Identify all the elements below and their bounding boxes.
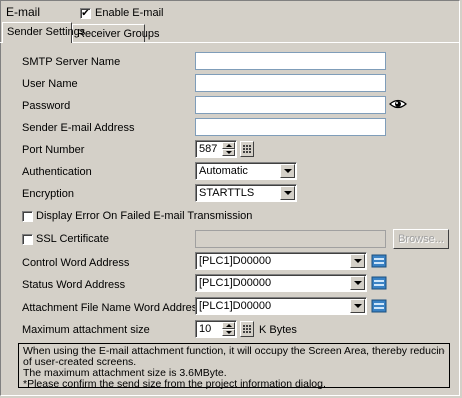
tab-receiver-groups-label: Receiver Groups — [77, 28, 160, 40]
port-value: 587 — [199, 143, 218, 155]
note-line: of user-created screens. — [23, 357, 137, 368]
sender-address-label: Sender E-mail Address — [22, 122, 135, 134]
status-word-address-input-icon[interactable] — [371, 275, 387, 291]
max-attachment-down-button[interactable] — [222, 329, 235, 336]
status-word-dropdown-icon[interactable] — [350, 276, 365, 290]
status-word-select[interactable]: [PLC1]D00000 — [195, 274, 367, 292]
attachment-info-note: When using the E-mail attachment functio… — [18, 343, 450, 390]
password-label: Password — [22, 100, 71, 112]
authentication-dropdown-icon[interactable] — [280, 164, 295, 178]
display-error-label: Display Error On Failed E-mail Transmiss… — [36, 210, 253, 222]
control-word-dropdown-icon[interactable] — [350, 254, 365, 268]
tab-sender-settings[interactable]: Sender Settings — [2, 22, 85, 43]
authentication-label: Authentication — [22, 166, 92, 178]
port-stepper[interactable]: 587 — [195, 140, 237, 158]
user-name-input[interactable] — [195, 74, 386, 92]
max-attachment-unit: K Bytes — [259, 324, 297, 336]
note-line: The maximum attachment size is 3.6MByte. — [23, 368, 227, 379]
control-word-address-input-icon[interactable] — [371, 253, 387, 269]
ssl-certificate-path-input — [195, 230, 386, 248]
note-line: *Please confirm the send size from the p… — [23, 379, 326, 390]
password-input[interactable] — [195, 96, 386, 114]
status-word-value: [PLC1]D00000 — [199, 277, 272, 289]
authentication-select[interactable]: Automatic — [195, 162, 297, 180]
attachment-name-word-select[interactable]: [PLC1]D00000 — [195, 297, 367, 315]
encryption-dropdown-icon[interactable] — [280, 186, 295, 200]
control-word-select[interactable]: [PLC1]D00000 — [195, 252, 367, 270]
display-error-checkbox[interactable] — [22, 211, 33, 222]
attachment-name-word-dropdown-icon[interactable] — [350, 299, 365, 313]
ssl-certificate-label: SSL Certificate — [36, 233, 109, 245]
smtp-server-input[interactable] — [195, 52, 386, 70]
port-down-button[interactable] — [222, 149, 235, 156]
sender-address-input[interactable] — [195, 118, 386, 136]
port-label: Port Number — [22, 144, 85, 156]
smtp-server-label: SMTP Server Name — [22, 56, 121, 68]
port-keypad-icon[interactable] — [240, 141, 254, 157]
status-word-label: Status Word Address — [22, 279, 126, 291]
max-attachment-value: 10 — [199, 323, 212, 335]
max-attachment-up-button[interactable] — [222, 322, 235, 329]
max-attachment-keypad-icon[interactable] — [240, 321, 254, 337]
control-word-value: [PLC1]D00000 — [199, 255, 272, 267]
enable-email-checkbox[interactable]: ✔ — [80, 8, 91, 19]
control-word-label: Control Word Address — [22, 257, 130, 269]
tab-sender-settings-label: Sender Settings — [7, 26, 86, 38]
attachment-name-word-label: Attachment File Name Word Address — [22, 302, 203, 314]
browse-button[interactable]: Browse... — [393, 229, 449, 249]
ssl-certificate-checkbox[interactable] — [22, 234, 33, 245]
user-name-label: User Name — [22, 78, 78, 90]
max-attachment-label: Maximum attachment size — [22, 324, 150, 336]
enable-email-label: Enable E-mail — [95, 7, 164, 19]
attachment-name-word-value: [PLC1]D00000 — [199, 300, 272, 312]
section-title: E-mail — [6, 5, 41, 19]
attachment-name-word-address-input-icon[interactable] — [371, 298, 387, 314]
authentication-value: Automatic — [199, 165, 248, 177]
max-attachment-stepper[interactable]: 10 — [195, 320, 237, 338]
encryption-select[interactable]: STARTTLS — [195, 184, 297, 202]
encryption-label: Encryption — [22, 188, 74, 200]
note-line: When using the E-mail attachment functio… — [23, 346, 445, 357]
eye-icon[interactable] — [389, 96, 407, 112]
encryption-value: STARTTLS — [199, 187, 255, 199]
port-up-button[interactable] — [222, 142, 235, 149]
